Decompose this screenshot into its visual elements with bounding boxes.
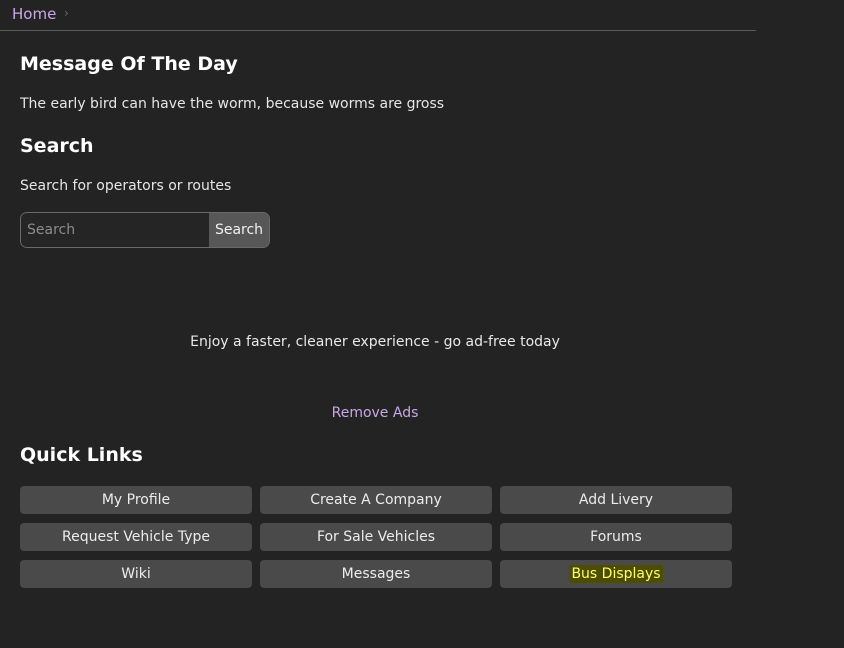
breadcrumb-separator-icon: › xyxy=(64,6,69,20)
quick-link-wiki[interactable]: Wiki xyxy=(20,560,252,588)
search-input[interactable] xyxy=(21,213,209,247)
quick-link-messages[interactable]: Messages xyxy=(260,560,492,588)
quick-link-label: Messages xyxy=(341,566,411,582)
quick-link-for-sale-vehicles[interactable]: For Sale Vehicles xyxy=(260,523,492,551)
quick-link-label: For Sale Vehicles xyxy=(316,529,436,545)
search-heading: Search xyxy=(20,135,94,157)
quick-link-label: My Profile xyxy=(101,492,171,508)
quick-link-bus-displays[interactable]: Bus Displays xyxy=(500,560,732,588)
quick-link-label: Create A Company xyxy=(310,492,442,508)
quick-link-forums[interactable]: Forums xyxy=(500,523,732,551)
motd-message: The early bird can have the worm, becaus… xyxy=(20,96,445,112)
quick-link-my-profile[interactable]: My Profile xyxy=(20,486,252,514)
search-description: Search for operators or routes xyxy=(20,178,232,194)
search-form: Search xyxy=(20,212,270,248)
quick-link-request-vehicle-type[interactable]: Request Vehicle Type xyxy=(20,523,252,551)
breadcrumb: Home › xyxy=(0,0,756,31)
page: Home › Message Of The Day The early bird… xyxy=(0,0,844,648)
motd-heading: Message Of The Day xyxy=(20,53,238,75)
quick-link-label: Request Vehicle Type xyxy=(62,529,210,545)
quick-link-label: Add Livery xyxy=(578,492,654,508)
ad-free-promo-text: Enjoy a faster, cleaner experience - go … xyxy=(190,334,560,350)
quick-link-create-a-company[interactable]: Create A Company xyxy=(260,486,492,514)
quick-links-grid: My Profile Create A Company Add Livery R… xyxy=(20,486,732,588)
quick-link-label: Forums xyxy=(590,529,642,545)
remove-ads-link[interactable]: Remove Ads xyxy=(0,405,750,421)
quick-links-heading: Quick Links xyxy=(20,444,143,466)
quick-link-add-livery[interactable]: Add Livery xyxy=(500,486,732,514)
breadcrumb-home-link[interactable]: Home xyxy=(12,5,56,23)
quick-link-label-highlighted: Bus Displays xyxy=(569,565,663,583)
quick-link-label: Wiki xyxy=(121,566,151,582)
search-button[interactable]: Search xyxy=(209,213,269,247)
